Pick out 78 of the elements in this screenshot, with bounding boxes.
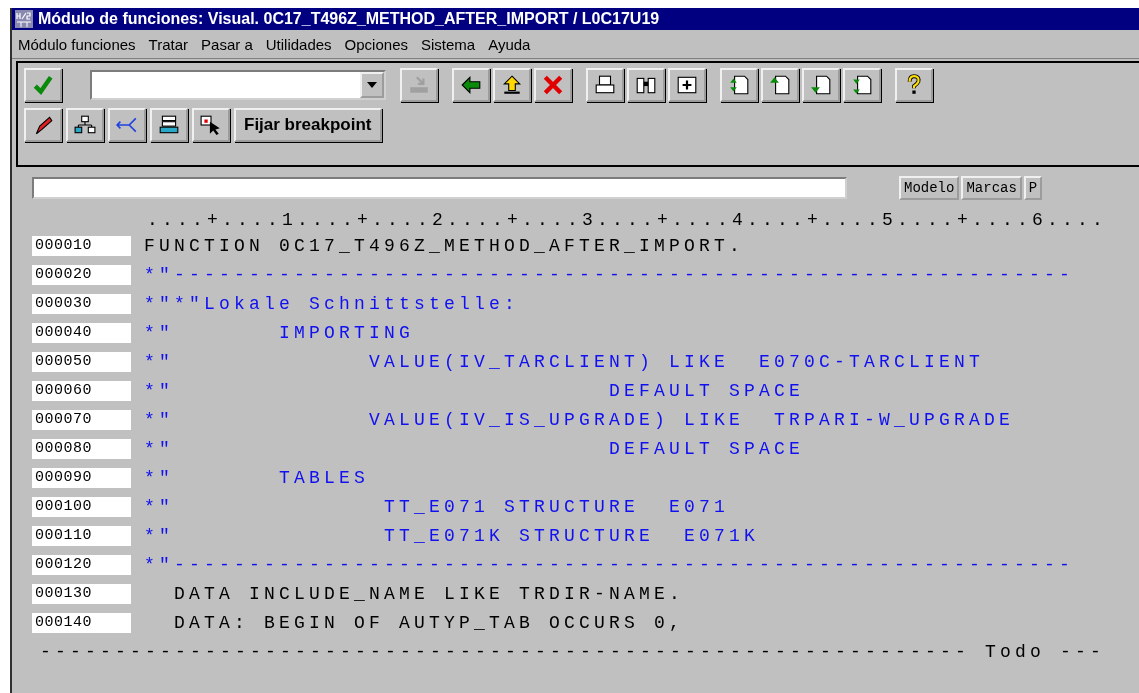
column-ruler: ....+....1....+....2....+....3....+....4....+....5....+....6....	[147, 209, 1109, 231]
code-line: FUNCTION 0C17_T496Z_METHOD_AFTER_IMPORT.	[144, 236, 745, 256]
arrows-button[interactable]	[108, 108, 146, 142]
check-button[interactable]	[24, 68, 62, 102]
binoculars-button[interactable]	[627, 68, 665, 102]
check-icon	[32, 74, 54, 96]
line-number: 000100	[32, 497, 131, 517]
code-line: *" VALUE(IV_IS_UPGRADE) LIKE TRPARI-W_UPGRADE	[144, 410, 1015, 430]
code-line: *" TABLES	[144, 468, 370, 488]
menu-item[interactable]: Pasar a	[201, 35, 253, 53]
close-button[interactable]	[534, 68, 572, 102]
menu-item[interactable]: Ayuda	[488, 35, 531, 53]
line-number: 000030	[32, 294, 131, 314]
close-icon	[542, 74, 564, 96]
dropdown-button[interactable]	[360, 72, 384, 98]
code-line: *" IMPORTING	[144, 323, 415, 343]
menu-item[interactable]: Tratar	[148, 35, 189, 53]
help-button[interactable]	[895, 68, 933, 102]
previous-page-button[interactable]	[761, 68, 799, 102]
code-line: *" DEFAULT SPACE	[144, 439, 805, 459]
line-number: 000080	[32, 439, 131, 459]
line-number: 000060	[32, 381, 131, 401]
line-number: 000010	[32, 236, 131, 256]
stack-icon	[158, 114, 180, 136]
line-number: 000140	[32, 613, 131, 633]
app-icon	[15, 10, 33, 28]
menu-item[interactable]: Opciones	[344, 35, 408, 53]
tray-icon	[408, 74, 430, 96]
search-field[interactable]	[32, 177, 847, 199]
hierarchy-button[interactable]	[66, 108, 104, 142]
last-page-button[interactable]	[843, 68, 881, 102]
code-line: *" VALUE(IV_TARCLIENT) LIKE E070C-TARCLIENT	[144, 352, 985, 372]
code-line: *" DEFAULT SPACE	[144, 381, 805, 401]
footer-rule: -------------------------------------------------------------- Todo ---	[40, 642, 1107, 662]
line-number: 000070	[32, 410, 131, 430]
hierarchy-icon	[74, 114, 96, 136]
back-arrow-icon	[460, 74, 482, 96]
menu-item[interactable]: Módulo funciones	[18, 35, 136, 53]
cursor-button[interactable]	[192, 108, 230, 142]
pencil-button[interactable]	[24, 108, 62, 142]
previous-page-icon	[769, 74, 791, 96]
code-line: *"------------------------------------------------------------	[144, 265, 1075, 285]
cursor-icon	[200, 114, 222, 136]
line-number: 000020	[32, 265, 131, 285]
first-page-button[interactable]	[720, 68, 758, 102]
up-arrow-icon	[501, 74, 523, 96]
command-field[interactable]	[90, 70, 386, 100]
back-arrow-button[interactable]	[452, 68, 490, 102]
editor-button[interactable]: Marcas	[961, 176, 1022, 200]
last-page-icon	[851, 74, 873, 96]
menu-item[interactable]: Utilidades	[265, 35, 332, 53]
line-number: 000090	[32, 468, 131, 488]
first-page-icon	[728, 74, 750, 96]
up-arrow-button[interactable]	[493, 68, 531, 102]
code-line: DATA INCLUDE_NAME LIKE TRDIR-NAME.	[173, 584, 685, 604]
code-line: *"------------------------------------------------------------	[144, 555, 1075, 575]
editor-button[interactable]: P	[1023, 176, 1043, 200]
printer-button[interactable]	[586, 68, 624, 102]
binoculars-plus-button[interactable]	[668, 68, 706, 102]
line-number: 000050	[32, 352, 131, 372]
window-title: Módulo de funciones: Visual. 0C17_T496Z_METHOD_AFTER_IMPORT / L0C17U19	[38, 10, 660, 28]
code-line: DATA: BEGIN OF AUTYP_TAB OCCURS 0,	[173, 613, 685, 633]
binoculars-plus-icon	[676, 74, 698, 96]
editor-button[interactable]: Modelo	[899, 176, 960, 200]
code-line: *" TT_E071 STRUCTURE E071	[144, 497, 730, 517]
next-page-button[interactable]	[802, 68, 840, 102]
line-number: 000040	[32, 323, 131, 343]
line-number: 000130	[32, 584, 131, 604]
menu-item[interactable]: Sistema	[421, 35, 476, 53]
line-number: 000110	[32, 526, 131, 546]
code-line: *"*"Lokale Schnittstelle:	[144, 294, 520, 314]
stack-button[interactable]	[150, 108, 188, 142]
printer-icon	[594, 74, 616, 96]
code-line: *" TT_E071K STRUCTURE E071K	[144, 526, 760, 546]
line-number: 000120	[32, 555, 131, 575]
set-breakpoint-button[interactable]: Fijar breakpoint	[234, 108, 382, 142]
next-page-icon	[810, 74, 832, 96]
caret-icon	[367, 82, 377, 88]
